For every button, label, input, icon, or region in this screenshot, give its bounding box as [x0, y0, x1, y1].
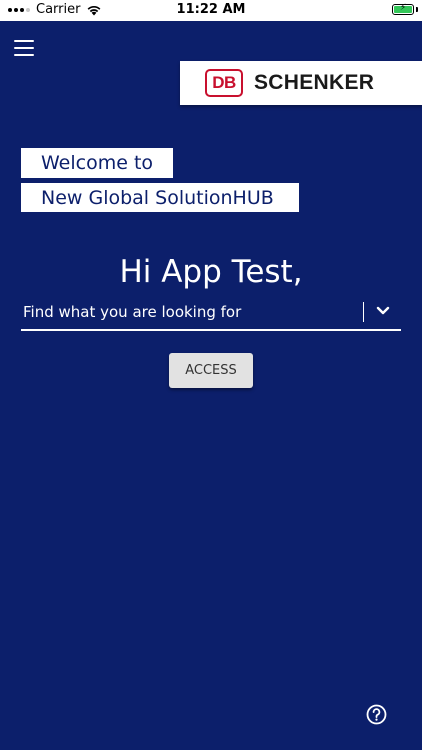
- battery-charging-icon: ⚡: [392, 3, 418, 15]
- access-button-label: ACCESS: [185, 363, 237, 378]
- db-logo-mark: DB: [205, 69, 243, 97]
- select-divider: [363, 302, 364, 322]
- hamburger-menu-icon[interactable]: [14, 40, 36, 58]
- welcome-line-2: New Global SolutionHUB: [21, 183, 299, 212]
- welcome-line-1-text: Welcome to: [41, 152, 154, 174]
- question-circle-icon[interactable]: [366, 704, 387, 725]
- welcome-line-1: Welcome to: [21, 148, 173, 178]
- db-schenker-logo: DB SCHENKER: [180, 61, 422, 105]
- greeting-heading: Hi App Test,: [119, 254, 303, 290]
- status-time: 11:22 AM: [176, 2, 246, 17]
- status-bar: Carrier 11:22 AM ⚡: [0, 0, 422, 21]
- chevron-down-icon[interactable]: [376, 306, 390, 316]
- access-button[interactable]: ACCESS: [169, 353, 253, 388]
- schenker-logo-text: SCHENKER: [254, 71, 375, 94]
- welcome-line-2-text: New Global SolutionHUB: [41, 186, 274, 209]
- search-select[interactable]: Find what you are looking for: [21, 298, 401, 331]
- search-select-value: Find what you are looking for: [23, 303, 242, 321]
